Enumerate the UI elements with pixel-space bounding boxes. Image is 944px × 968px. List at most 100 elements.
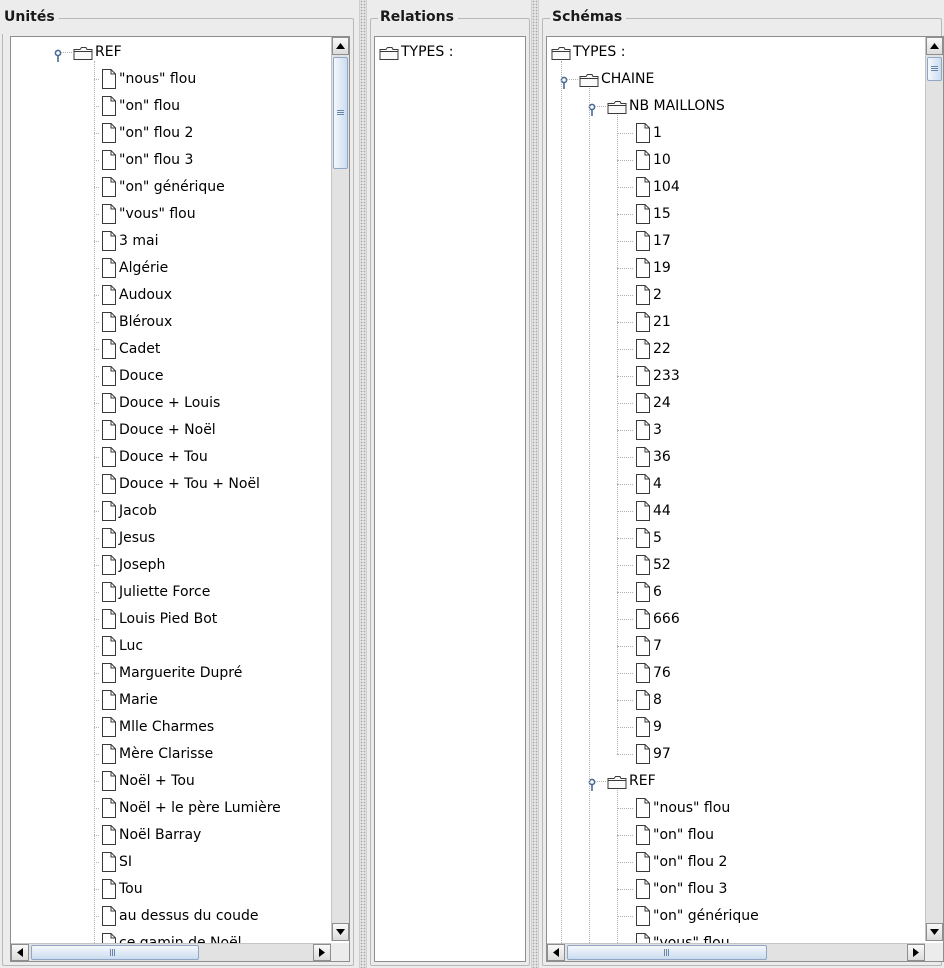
tree-node-leaf[interactable]: Audoux [11, 282, 349, 309]
tree-node-leaf[interactable]: Marie [11, 687, 349, 714]
tree-expanded-handle-icon[interactable] [54, 46, 65, 62]
tree-node-leaf[interactable]: "on" flou 2 [11, 120, 349, 147]
tree-node-leaf[interactable]: Mlle Charmes [11, 714, 349, 741]
tree-node-leaf[interactable]: "on" générique [547, 903, 943, 930]
tree-node-leaf[interactable]: 44 [547, 498, 943, 525]
tree-node-leaf[interactable]: "on" flou 2 [547, 849, 943, 876]
tree-node-leaf[interactable]: 36 [547, 444, 943, 471]
tree-node-label: 15 [653, 206, 671, 222]
arrow-left-icon[interactable] [11, 944, 29, 961]
tree-node-leaf[interactable]: Douce [11, 363, 349, 390]
tree-node-folder[interactable]: TYPES : [547, 39, 943, 66]
tree-node-leaf[interactable]: 17 [547, 228, 943, 255]
tree-node-leaf[interactable]: 5 [547, 525, 943, 552]
tree-node-leaf[interactable]: 3 [547, 417, 943, 444]
arrow-up-icon[interactable] [926, 37, 943, 55]
tree-node-leaf[interactable]: Jacob [11, 498, 349, 525]
tree-node-leaf[interactable]: 6 [547, 579, 943, 606]
tree-node-leaf[interactable]: Jesus [11, 525, 349, 552]
arrow-right-icon[interactable] [907, 944, 925, 961]
tree-node-label: 5 [653, 530, 662, 546]
tree-node-leaf[interactable]: "on" flou 3 [11, 147, 349, 174]
tree-node-leaf[interactable]: 7 [547, 633, 943, 660]
schemas-vertical-scrollbar[interactable] [925, 37, 943, 941]
schemas-tree-view[interactable]: TYPES : CHAINE NB MAILLONS 1 10 104 15 17 19 2 21 2… [546, 36, 944, 962]
tree-node-leaf[interactable]: 21 [547, 309, 943, 336]
arrow-right-icon[interactable] [313, 944, 331, 961]
tree-node-leaf[interactable]: Douce + Noël [11, 417, 349, 444]
tree-node-leaf[interactable]: 15 [547, 201, 943, 228]
tree-node-leaf[interactable]: Louis Pied Bot [11, 606, 349, 633]
tree-node-leaf[interactable]: 24 [547, 390, 943, 417]
unites-vertical-scroll-thumb[interactable] [333, 57, 348, 169]
arrow-left-icon[interactable] [547, 944, 565, 961]
tree-node-leaf[interactable]: Juliette Force [11, 579, 349, 606]
tree-node-leaf[interactable]: "on" flou [11, 93, 349, 120]
tree-node-leaf[interactable]: "on" générique [11, 174, 349, 201]
splitter-relations-schemas[interactable] [531, 0, 539, 968]
tree-node-leaf[interactable]: 9 [547, 714, 943, 741]
tree-node-folder[interactable]: TYPES : [375, 39, 525, 66]
tree-node-leaf[interactable]: Douce + Tou [11, 444, 349, 471]
tree-node-leaf[interactable]: "on" flou [547, 822, 943, 849]
tree-node-leaf[interactable]: Bléroux [11, 309, 349, 336]
tree-node-folder[interactable]: REF [11, 39, 349, 66]
unites-vertical-scrollbar[interactable] [331, 37, 349, 941]
tree-node-leaf[interactable]: 666 [547, 606, 943, 633]
tree-node-leaf[interactable]: 3 mai [11, 228, 349, 255]
tree-node-leaf[interactable]: 8 [547, 687, 943, 714]
tree-node-leaf[interactable]: Mère Clarisse [11, 741, 349, 768]
arrow-down-icon[interactable] [332, 923, 349, 941]
tree-node-leaf[interactable]: "nous" flou [547, 795, 943, 822]
tree-node-leaf[interactable]: Noël + Tou [11, 768, 349, 795]
tree-node-leaf[interactable]: SI [11, 849, 349, 876]
schemas-horizontal-scroll-thumb[interactable] [567, 945, 767, 960]
tree-node-folder[interactable]: CHAINE [547, 66, 943, 93]
tree-node-leaf[interactable]: Marguerite Dupré [11, 660, 349, 687]
unites-horizontal-scrollbar[interactable] [11, 943, 331, 961]
tree-node-leaf[interactable]: "vous" flou [11, 201, 349, 228]
tree-node-leaf[interactable]: 76 [547, 660, 943, 687]
schemas-horizontal-scrollbar[interactable] [547, 943, 925, 961]
tree-node-leaf[interactable]: 52 [547, 552, 943, 579]
tree-node-leaf[interactable]: 104 [547, 174, 943, 201]
tree-node-leaf[interactable]: Noël + le père Lumière [11, 795, 349, 822]
tree-node-leaf[interactable]: Luc [11, 633, 349, 660]
tree-node-leaf[interactable]: Algérie [11, 255, 349, 282]
tree-node-leaf[interactable]: "nous" flou [11, 66, 349, 93]
tree-node-label: 36 [653, 449, 671, 465]
tree-node-leaf[interactable]: Douce + Louis [11, 390, 349, 417]
tree-node-leaf[interactable]: 1 [547, 120, 943, 147]
tree-node-leaf[interactable]: 2 [547, 282, 943, 309]
tree-connector [617, 322, 633, 323]
tree-node-leaf[interactable]: Cadet [11, 336, 349, 363]
tree-connector [617, 430, 633, 431]
tree-node-leaf[interactable]: Noël Barray [11, 822, 349, 849]
unites-tree-view[interactable]: REF "nous" flou "on" flou "on" flou 2 "on" f… [10, 36, 350, 962]
unites-horizontal-scroll-thumb[interactable] [31, 945, 199, 960]
tree-node-label: Juliette Force [119, 584, 211, 600]
tree-node-folder[interactable]: NB MAILLONS [547, 93, 943, 120]
arrow-down-icon[interactable] [926, 923, 943, 941]
tree-node-leaf[interactable]: "on" flou 3 [547, 876, 943, 903]
tree-node-leaf[interactable]: Tou [11, 876, 349, 903]
tree-node-leaf[interactable]: Joseph [11, 552, 349, 579]
tree-node-leaf[interactable]: au dessus du coude [11, 903, 349, 930]
tree-node-leaf[interactable]: 22 [547, 336, 943, 363]
tree-node-label: Douce + Tou + Noël [119, 476, 260, 492]
tree-connector [617, 790, 618, 957]
schemas-vertical-scroll-thumb[interactable] [927, 57, 942, 81]
tree-connector [617, 511, 633, 512]
relations-tree-view[interactable]: TYPES : [374, 36, 526, 962]
tree-node-leaf[interactable]: Douce + Tou + Noël [11, 471, 349, 498]
tree-node-leaf[interactable]: 97 [547, 741, 943, 768]
tree-connector [561, 61, 562, 957]
tree-connector [617, 916, 633, 917]
tree-node-leaf[interactable]: 4 [547, 471, 943, 498]
arrow-up-icon[interactable] [332, 37, 349, 55]
splitter-unites-relations[interactable] [359, 0, 367, 968]
tree-node-leaf[interactable]: 19 [547, 255, 943, 282]
tree-node-folder[interactable]: REF [547, 768, 943, 795]
tree-node-leaf[interactable]: 233 [547, 363, 943, 390]
tree-node-leaf[interactable]: 10 [547, 147, 943, 174]
